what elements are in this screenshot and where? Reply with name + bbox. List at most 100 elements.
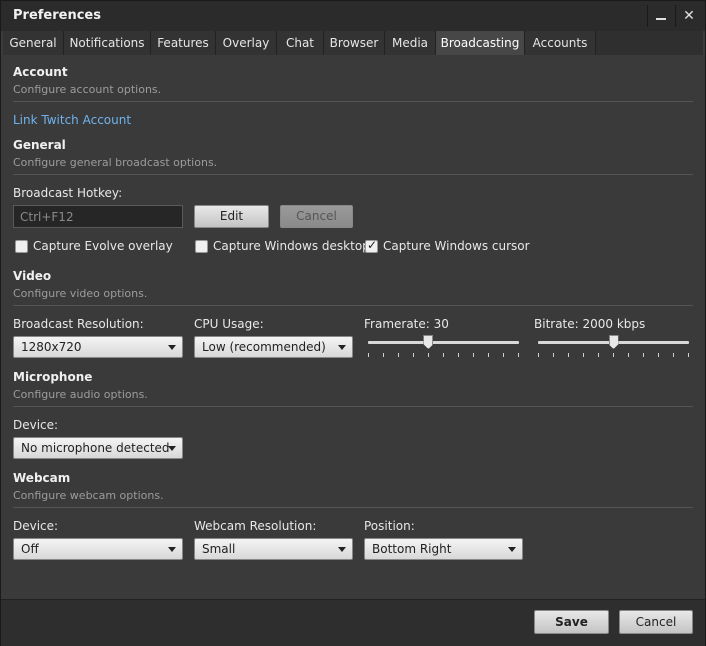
slider-tick <box>413 353 414 357</box>
bitrate-slider-thumb[interactable] <box>608 335 619 349</box>
slider-tick <box>658 353 659 357</box>
slider-tick <box>368 353 369 357</box>
slider-tick <box>518 353 519 357</box>
microphone-divider <box>13 406 693 407</box>
webcam-resolution-label: Webcam Resolution: <box>194 519 317 533</box>
slider-tick <box>488 353 489 357</box>
check-icon: ✓ <box>367 238 378 252</box>
slider-tick <box>473 353 474 357</box>
webcam-position-label: Position: <box>364 519 415 533</box>
capture-cursor-label: Capture Windows cursor <box>383 239 530 253</box>
slider-tick <box>443 353 444 357</box>
webcam-device-select[interactable]: Off <box>13 538 183 560</box>
webcam-title: Webcam <box>13 471 71 485</box>
bitrate-ticks <box>538 353 689 359</box>
webcam-divider <box>13 507 693 508</box>
save-button[interactable]: Save <box>534 610 609 634</box>
webcam-device-value: Off <box>21 542 39 556</box>
chevron-down-icon <box>338 547 346 552</box>
microphone-device-select[interactable]: No microphone detected <box>13 437 183 459</box>
slider-tick <box>643 353 644 357</box>
capture-overlay-checkbox[interactable] <box>15 240 28 253</box>
account-title: Account <box>13 65 68 79</box>
capture-overlay-label: Capture Evolve overlay <box>33 239 173 253</box>
slider-tick <box>568 353 569 357</box>
close-button[interactable]: ✕ <box>675 5 702 27</box>
slider-tick <box>503 353 504 357</box>
cancel-hotkey-button[interactable]: Cancel <box>280 205 353 228</box>
capture-cursor-checkbox[interactable]: ✓ <box>365 238 378 253</box>
tab-features[interactable]: Features <box>151 31 216 55</box>
microphone-subtitle: Configure audio options. <box>13 388 148 401</box>
slider-tick <box>688 353 689 357</box>
framerate-slider-thumb[interactable] <box>423 335 434 349</box>
webcam-device-label: Device: <box>13 519 59 533</box>
webcam-resolution-select[interactable]: Small <box>194 538 353 560</box>
cancel-button[interactable]: Cancel <box>619 610 693 634</box>
chevron-down-icon <box>168 446 176 451</box>
capture-desktop-checkbox[interactable] <box>195 240 208 253</box>
webcam-subtitle: Configure webcam options. <box>13 489 164 502</box>
minimize-icon <box>656 18 666 20</box>
video-divider <box>13 305 693 306</box>
general-title: General <box>13 138 66 152</box>
slider-tick <box>673 353 674 357</box>
tab-general[interactable]: General <box>3 31 64 55</box>
video-title: Video <box>13 269 52 283</box>
close-icon: ✕ <box>683 8 695 24</box>
cpu-usage-select[interactable]: Low (recommended) <box>194 336 353 358</box>
tab-chat[interactable]: Chat <box>277 31 324 55</box>
preferences-window: Preferences ✕ General Notifications Feat… <box>0 0 706 646</box>
slider-tick <box>613 353 614 357</box>
account-subtitle: Configure account options. <box>13 83 162 96</box>
dialog-footer: Save Cancel <box>1 599 705 646</box>
slider-tick <box>458 353 459 357</box>
minimize-button[interactable] <box>647 5 674 27</box>
link-twitch-account[interactable]: Link Twitch Account <box>13 113 131 127</box>
tab-broadcasting[interactable]: Broadcasting <box>436 31 525 55</box>
tab-accounts[interactable]: Accounts <box>525 31 596 55</box>
slider-tick <box>428 353 429 357</box>
webcam-resolution-value: Small <box>202 542 236 556</box>
tab-notifications[interactable]: Notifications <box>64 31 151 55</box>
microphone-device-value: No microphone detected <box>21 441 170 455</box>
general-subtitle: Configure general broadcast options. <box>13 156 218 169</box>
webcam-position-select[interactable]: Bottom Right <box>364 538 523 560</box>
broadcast-resolution-label: Broadcast Resolution: <box>13 317 144 331</box>
bitrate-label: Bitrate: 2000 kbps <box>534 317 646 331</box>
slider-tick <box>398 353 399 357</box>
tab-bar: General Notifications Features Overlay C… <box>3 31 703 55</box>
framerate-slider-track[interactable] <box>368 341 519 344</box>
general-divider <box>13 174 693 175</box>
slider-tick <box>598 353 599 357</box>
chevron-down-icon <box>338 345 346 350</box>
cpu-usage-value: Low (recommended) <box>202 340 326 354</box>
broadcast-resolution-select[interactable]: 1280x720 <box>13 336 183 358</box>
slider-tick <box>383 353 384 357</box>
slider-tick <box>583 353 584 357</box>
window-title: Preferences <box>13 8 101 23</box>
title-bar: Preferences ✕ <box>1 1 705 31</box>
slider-tick <box>553 353 554 357</box>
slider-tick <box>628 353 629 357</box>
framerate-ticks <box>368 353 519 359</box>
framerate-label: Framerate: 30 <box>364 317 449 331</box>
microphone-device-label: Device: <box>13 418 59 432</box>
video-subtitle: Configure video options. <box>13 287 148 300</box>
cpu-usage-label: CPU Usage: <box>194 317 264 331</box>
edit-hotkey-button[interactable]: Edit <box>194 205 269 228</box>
account-divider <box>13 101 693 102</box>
chevron-down-icon <box>168 547 176 552</box>
microphone-title: Microphone <box>13 370 93 384</box>
tab-browser[interactable]: Browser <box>324 31 385 55</box>
broadcast-resolution-value: 1280x720 <box>21 340 82 354</box>
tab-overlay[interactable]: Overlay <box>216 31 277 55</box>
broadcast-hotkey-label: Broadcast Hotkey: <box>13 186 123 200</box>
broadcasting-panel: Account Configure account options. Link … <box>1 55 705 599</box>
webcam-position-value: Bottom Right <box>372 542 452 556</box>
broadcast-hotkey-input[interactable]: Ctrl+F12 <box>13 205 183 228</box>
chevron-down-icon <box>168 345 176 350</box>
tab-media[interactable]: Media <box>385 31 436 55</box>
capture-desktop-label: Capture Windows desktop <box>213 239 370 253</box>
chevron-down-icon <box>508 547 516 552</box>
